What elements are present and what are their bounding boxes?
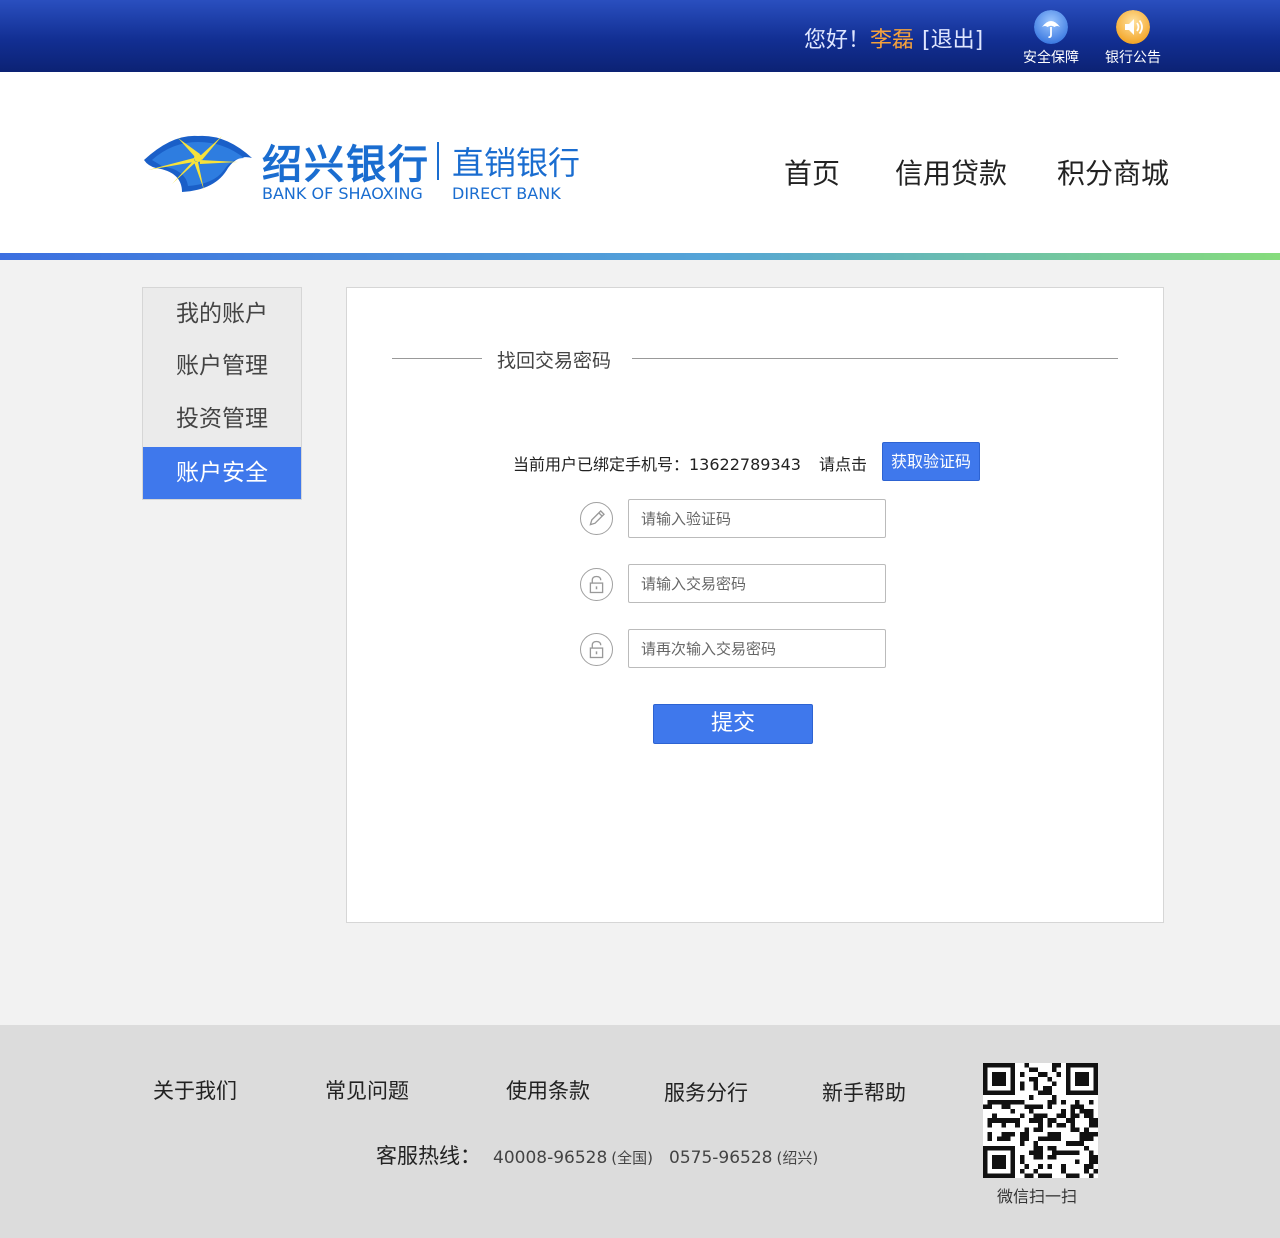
security-button[interactable]: 安全保障	[1011, 10, 1091, 67]
hotline-national-region: (全国)	[611, 1149, 654, 1167]
footer-link-about[interactable]: 关于我们	[153, 1075, 237, 1105]
username: 李磊	[870, 28, 915, 53]
greeting: 您好！李磊 [退出]	[804, 22, 983, 54]
verification-code-input[interactable]	[628, 499, 886, 538]
main-panel: 找回交易密码 当前用户已绑定手机号：13622789343 请点击 获取验证码 提…	[346, 287, 1164, 923]
qr-label: 微信扫一扫	[997, 1187, 1078, 1206]
phone-label: 当前用户已绑定手机号：13622789343	[513, 455, 801, 474]
sidebar: 我的账户 账户管理 投资管理 账户安全	[142, 287, 302, 500]
hotline-label: 客服热线：	[376, 1144, 481, 1168]
get-code-button[interactable]: 获取验证码	[882, 442, 980, 481]
bank-name-cn: 绍兴银行	[262, 142, 430, 188]
footer-link-help[interactable]: 新手帮助	[822, 1077, 906, 1107]
phone-binding-info: 当前用户已绑定手机号：13622789343 请点击	[513, 451, 867, 475]
click-hint: 请点击	[818, 455, 867, 474]
speaker-icon	[1116, 10, 1150, 44]
notice-label: 银行公告	[1105, 50, 1161, 66]
page-title: 找回交易密码	[497, 350, 612, 372]
lock-icon	[580, 633, 613, 666]
title-line-left	[392, 358, 482, 359]
customer-hotline: 客服热线： 40008-96528 (全国) 0575-96528 (绍兴)	[376, 1140, 818, 1170]
submit-button[interactable]: 提交	[653, 704, 813, 744]
hotline-local-region: (绍兴)	[776, 1149, 819, 1167]
confirm-password-input[interactable]	[628, 629, 886, 668]
footer-link-branches[interactable]: 服务分行	[664, 1077, 748, 1107]
footer-link-faq[interactable]: 常见问题	[325, 1075, 409, 1105]
direct-bank-en: DIRECT BANK	[452, 184, 561, 203]
bank-name-en: BANK OF SHAOXING	[262, 184, 423, 203]
top-bar: 您好！李磊 [退出] 安全保障 银行公告	[0, 0, 1280, 72]
footer-link-terms[interactable]: 使用条款	[506, 1075, 590, 1105]
notice-button[interactable]: 银行公告	[1093, 10, 1173, 67]
pencil-icon	[580, 502, 613, 535]
footer: 关于我们 常见问题 使用条款 服务分行 新手帮助 客服热线： 40008-9652…	[0, 1025, 1280, 1238]
nav-points-mall[interactable]: 积分商城	[1057, 152, 1169, 192]
logout-link[interactable]: [退出]	[922, 28, 983, 53]
security-label: 安全保障	[1023, 50, 1079, 66]
logo-separator	[437, 142, 439, 180]
sidebar-item-investment-management[interactable]: 投资管理	[143, 393, 301, 445]
trade-password-input[interactable]	[628, 564, 886, 603]
umbrella-icon	[1034, 10, 1068, 44]
direct-bank-cn: 直销银行	[452, 144, 581, 182]
hotline-local: 0575-96528	[669, 1148, 773, 1168]
hotline-national: 40008-96528	[493, 1148, 608, 1168]
nav-home[interactable]: 首页	[784, 152, 840, 192]
sidebar-item-account-management[interactable]: 账户管理	[143, 340, 301, 392]
sidebar-item-my-account[interactable]: 我的账户	[143, 288, 301, 340]
nav-credit-loan[interactable]: 信用贷款	[895, 152, 1007, 192]
sidebar-item-account-security[interactable]: 账户安全	[143, 447, 301, 499]
greeting-text: 您好！	[804, 28, 871, 53]
wechat-qr-code	[983, 1063, 1098, 1178]
lock-icon	[580, 568, 613, 601]
bank-emblem-icon	[144, 135, 252, 192]
title-line-right	[632, 358, 1118, 359]
header-divider	[0, 253, 1280, 260]
